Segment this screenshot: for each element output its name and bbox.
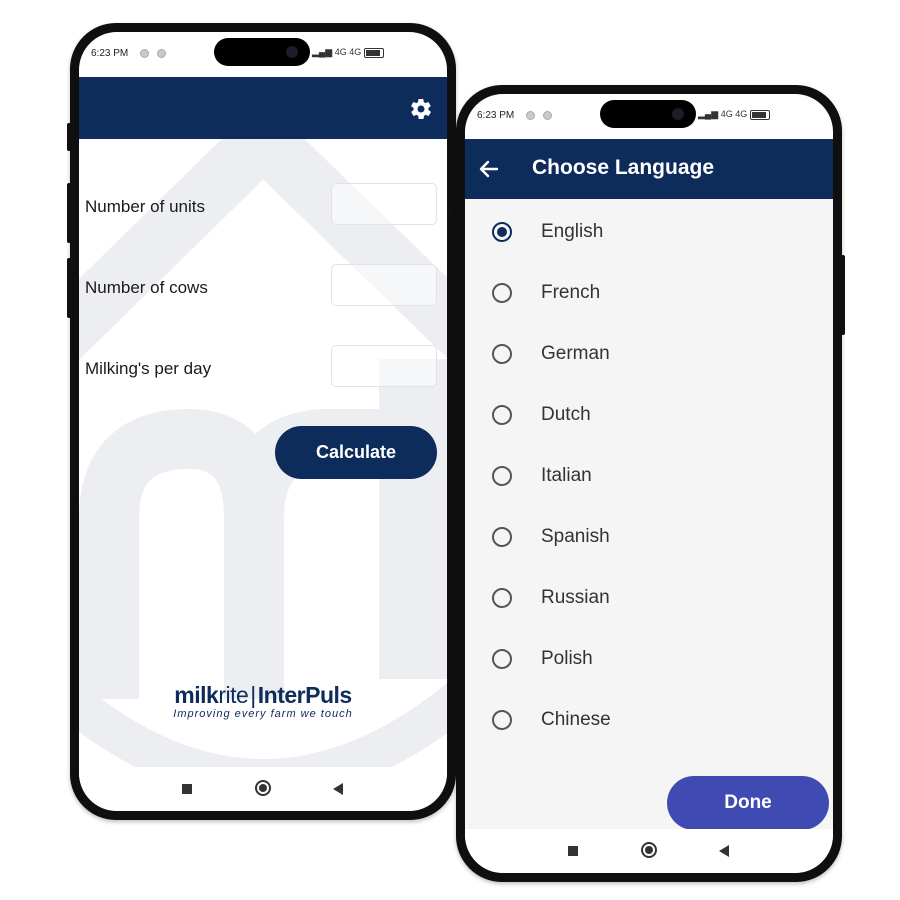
- recents-icon[interactable]: [568, 846, 578, 856]
- logo-separator: |: [250, 682, 256, 708]
- signal-icon: ▂▄▆: [312, 47, 333, 57]
- radio-icon[interactable]: [492, 466, 512, 486]
- volume-button: [453, 240, 458, 300]
- gear-icon[interactable]: [409, 97, 433, 121]
- status-time: 6:23 PM: [477, 110, 515, 121]
- language-option-german[interactable]: German: [465, 332, 833, 376]
- notification-icon: [140, 49, 149, 58]
- power-button: [840, 255, 845, 335]
- units-label: Number of units: [85, 197, 205, 216]
- logo-tagline: Improving every farm we touch: [173, 708, 353, 720]
- language-label: French: [541, 282, 601, 303]
- radio-icon[interactable]: [492, 710, 512, 730]
- recents-icon[interactable]: [182, 784, 192, 794]
- volume-button: [453, 315, 458, 375]
- language-option-chinese[interactable]: Chinese: [465, 698, 833, 742]
- camera-notch: [214, 38, 310, 66]
- language-option-polish[interactable]: Polish: [465, 637, 833, 681]
- language-label: German: [541, 343, 610, 364]
- milkings-label: Milking's per day: [85, 359, 212, 378]
- radio-selected-icon[interactable]: [492, 222, 512, 242]
- signal-indicators: ▂▄▆ 4G 4G: [698, 109, 770, 120]
- language-label: Italian: [541, 465, 592, 486]
- milkings-input[interactable]: [331, 345, 437, 387]
- logo-rite: rite: [218, 682, 249, 708]
- network-label: 4G 4G: [720, 109, 748, 119]
- language-option-italian[interactable]: Italian: [465, 454, 833, 498]
- language-option-french[interactable]: French: [465, 271, 833, 315]
- logo-milk: milk: [174, 682, 219, 708]
- status-bar: 6:23 PM ▂▄▆ 4G 4G: [465, 94, 833, 144]
- language-option-russian[interactable]: Russian: [465, 576, 833, 620]
- network-label: 4G 4G: [334, 47, 362, 57]
- notification-icon: [157, 49, 166, 58]
- status-bar: 6:23 PM ▂▄▆ 4G 4G: [79, 32, 447, 82]
- radio-icon[interactable]: [492, 527, 512, 547]
- volume-button: [67, 258, 72, 318]
- radio-icon[interactable]: [492, 283, 512, 303]
- app-bar: Choose Language: [465, 139, 833, 199]
- calculator-screen: 6:23 PM ▂▄▆ 4G 4G Number of units Number: [79, 32, 447, 811]
- phone-calculator: 6:23 PM ▂▄▆ 4G 4G Number of units Number: [67, 23, 459, 820]
- radio-icon[interactable]: [492, 649, 512, 669]
- home-icon[interactable]: [255, 780, 271, 796]
- language-label: Spanish: [541, 526, 610, 547]
- status-time: 6:23 PM: [91, 48, 129, 59]
- side-button: [453, 180, 458, 208]
- language-option-spanish[interactable]: Spanish: [465, 515, 833, 559]
- language-label: Chinese: [541, 709, 611, 730]
- language-screen: 6:23 PM ▂▄▆ 4G 4G Choose Language Englis…: [465, 94, 833, 873]
- language-label: Russian: [541, 587, 610, 608]
- battery-icon: [363, 47, 384, 58]
- signal-indicators: ▂▄▆ 4G 4G: [312, 47, 384, 58]
- notification-icon: [526, 111, 535, 120]
- page-title: Choose Language: [532, 156, 715, 179]
- cows-input[interactable]: [331, 264, 437, 306]
- system-nav-bar: [79, 767, 447, 811]
- calculate-button[interactable]: Calculate: [275, 426, 437, 479]
- done-button[interactable]: Done: [667, 776, 829, 830]
- units-input[interactable]: [331, 183, 437, 225]
- language-option-dutch[interactable]: Dutch: [465, 393, 833, 437]
- radio-icon[interactable]: [492, 344, 512, 364]
- language-label: English: [541, 221, 604, 242]
- back-icon[interactable]: [719, 845, 729, 857]
- signal-icon: ▂▄▆: [698, 109, 719, 119]
- logo-interpuls: InterPuls: [257, 682, 352, 708]
- phone-language: 6:23 PM ▂▄▆ 4G 4G Choose Language Englis…: [453, 85, 845, 882]
- cows-label: Number of cows: [85, 278, 208, 297]
- camera-notch: [600, 100, 696, 128]
- side-button: [67, 123, 72, 151]
- system-nav-bar: [465, 829, 833, 873]
- language-list: English French German Dutch Italian Span…: [465, 199, 833, 829]
- arrow-left-icon[interactable]: [477, 157, 501, 181]
- notification-icon: [543, 111, 552, 120]
- brand-logo: milkrite|InterPuls Improving every farm …: [79, 682, 447, 720]
- home-icon[interactable]: [641, 842, 657, 858]
- back-icon[interactable]: [333, 783, 343, 795]
- radio-icon[interactable]: [492, 588, 512, 608]
- radio-icon[interactable]: [492, 405, 512, 425]
- volume-button: [67, 183, 72, 243]
- language-label: Dutch: [541, 404, 591, 425]
- app-bar: [79, 77, 447, 139]
- language-label: Polish: [541, 648, 593, 669]
- language-option-english[interactable]: English: [465, 210, 833, 254]
- battery-icon: [749, 109, 770, 120]
